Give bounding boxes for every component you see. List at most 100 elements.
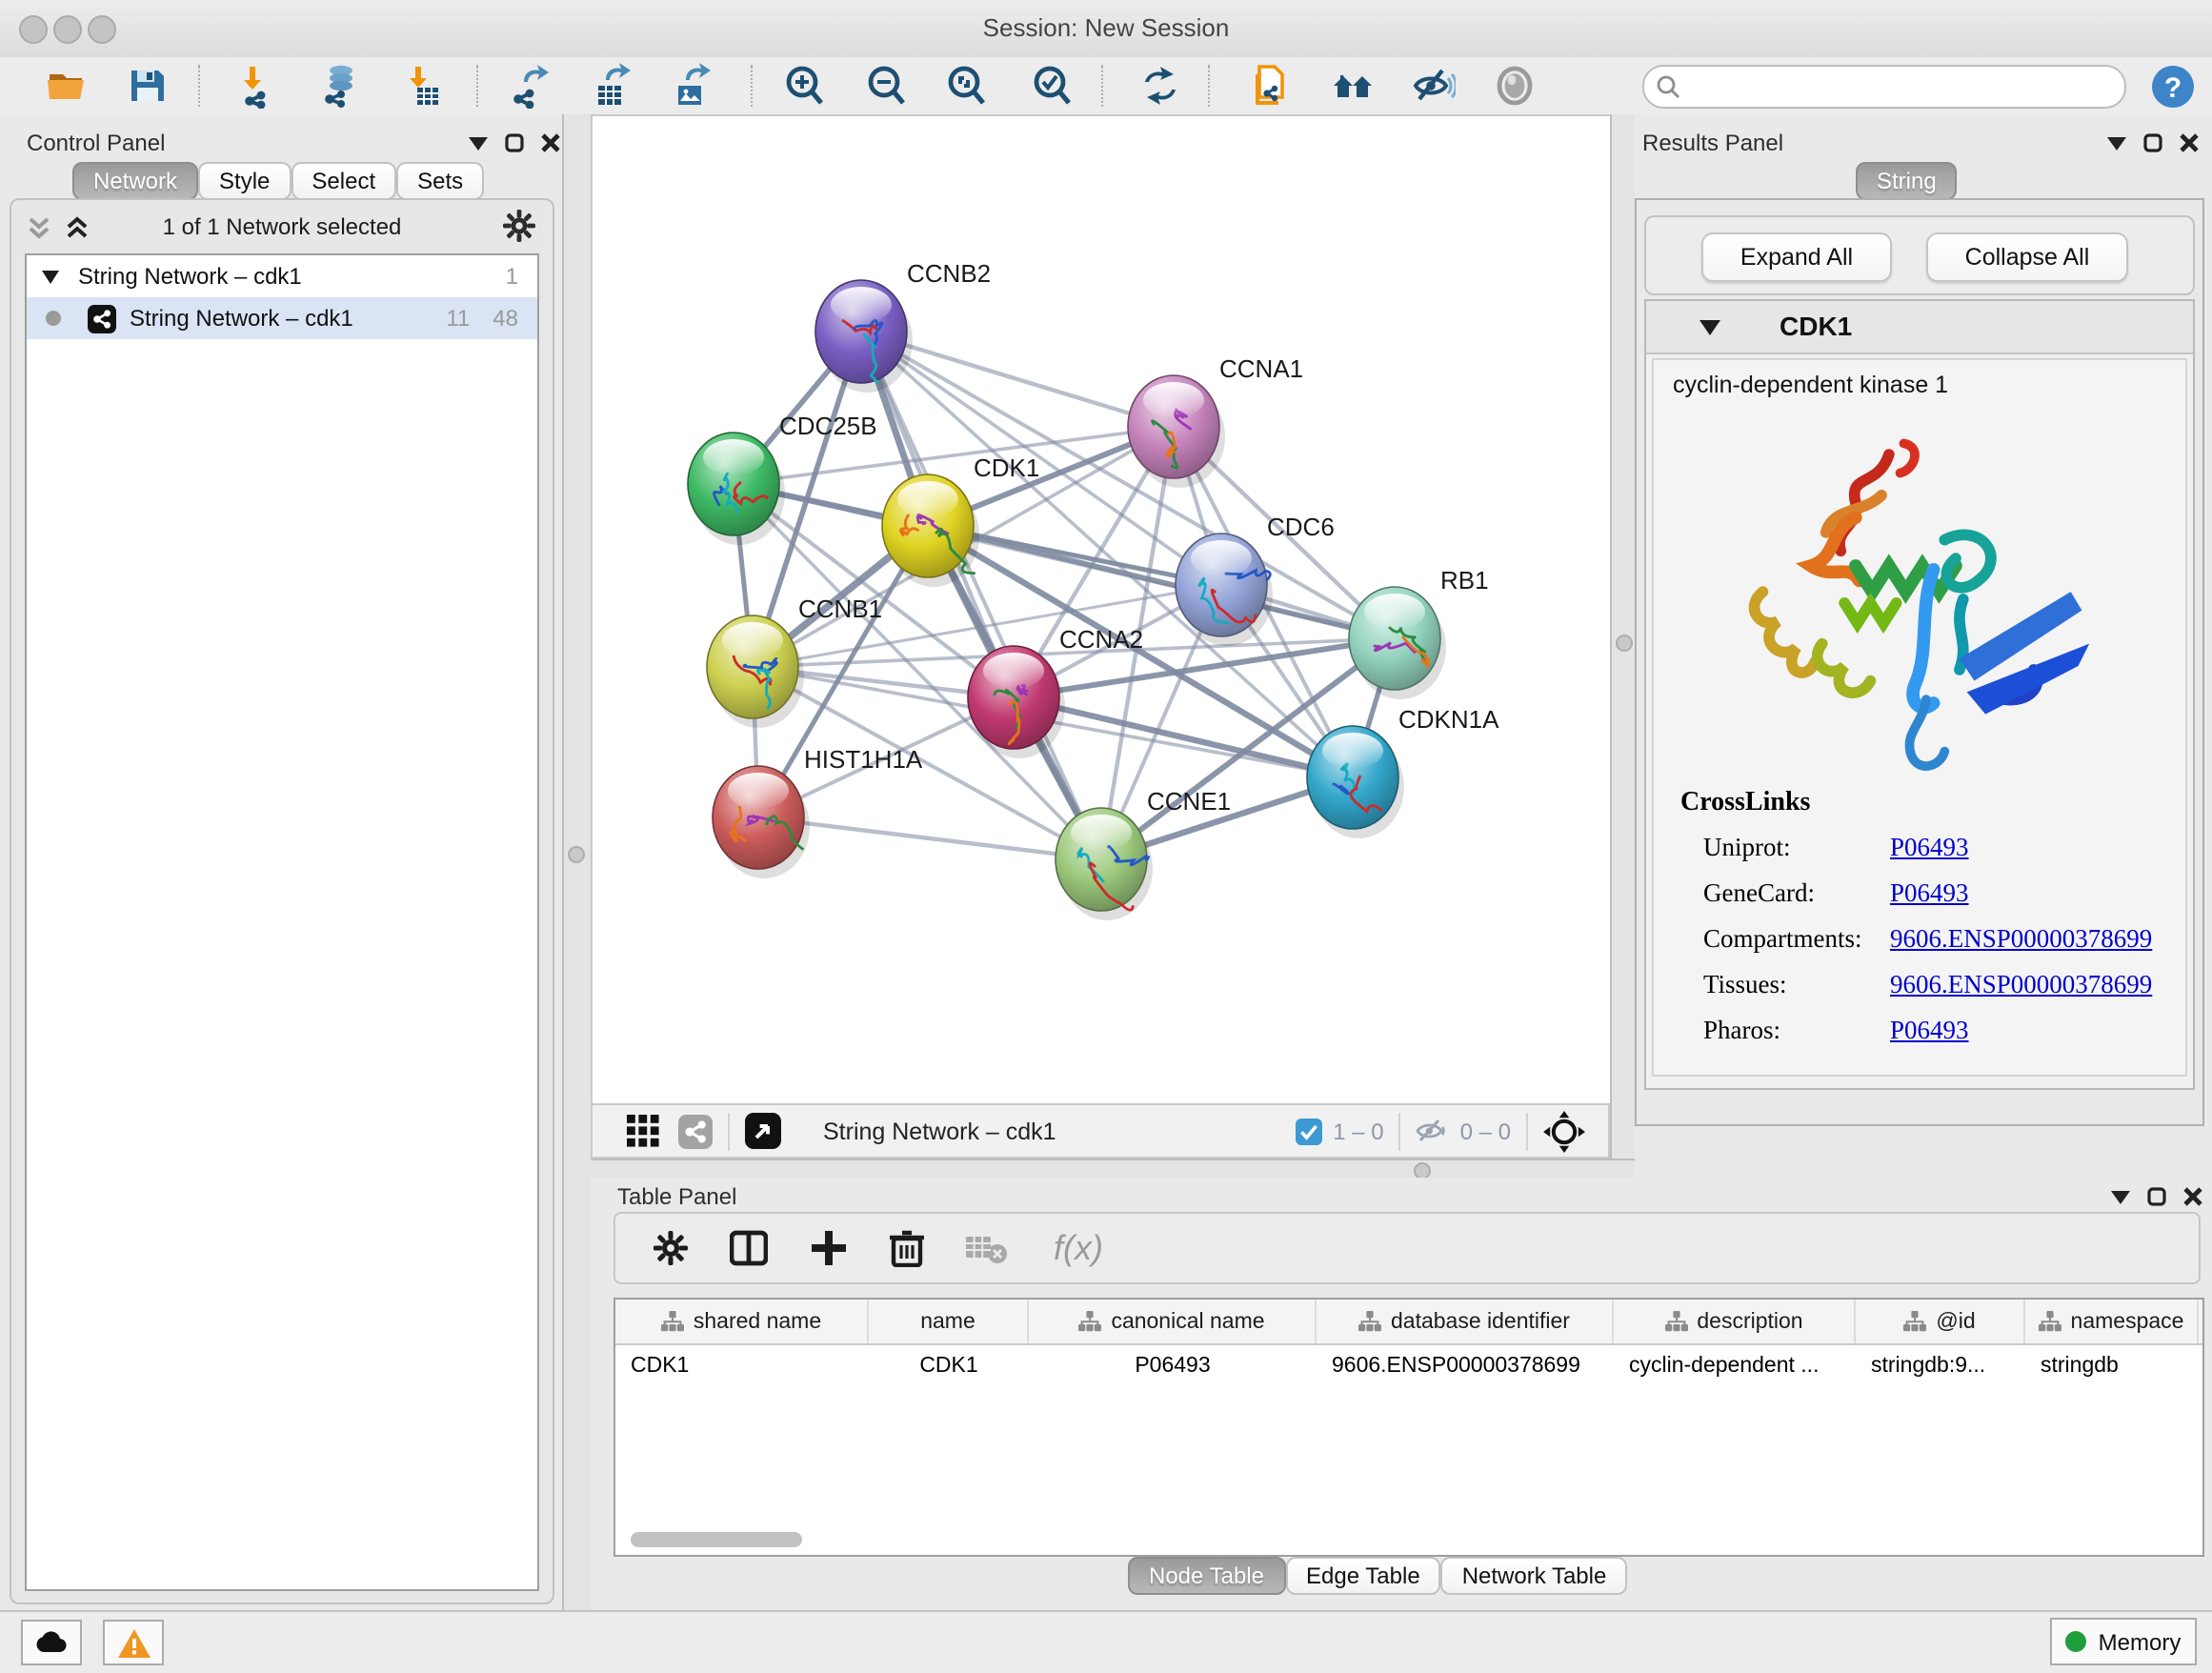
network-node-HIST1H1A[interactable]: HIST1H1A: [713, 745, 923, 878]
panel-menu-icon[interactable]: [469, 136, 488, 150]
panel-float-icon[interactable]: [2143, 133, 2162, 152]
table-row[interactable]: CDK1CDK1P064939606.ENSP00000378699cyclin…: [615, 1345, 2202, 1387]
show-graphics-details-icon[interactable]: [1492, 63, 1538, 109]
tab-node-table[interactable]: Node Table: [1128, 1557, 1285, 1595]
tab-network-table[interactable]: Network Table: [1441, 1557, 1628, 1595]
toolbar-separator: [1101, 65, 1105, 107]
save-session-icon[interactable]: [124, 63, 170, 109]
crosslink-label: Tissues:: [1703, 970, 1890, 1000]
export-table-icon[interactable]: [587, 63, 633, 109]
memory-button[interactable]: Memory: [2050, 1618, 2197, 1665]
expand-all-button[interactable]: Expand All: [1701, 232, 1892, 282]
network-row-selected[interactable]: String Network – cdk1 11 48: [27, 297, 537, 339]
import-table-icon[interactable]: [400, 63, 446, 109]
panel-float-icon[interactable]: [505, 133, 524, 152]
splitter-grip[interactable]: [568, 846, 585, 863]
grid-view-icon[interactable]: [627, 1115, 659, 1147]
results-tab-string[interactable]: String: [1856, 162, 1958, 200]
import-network-icon[interactable]: [234, 63, 280, 109]
column-header-namespace[interactable]: namespace: [2025, 1300, 2199, 1343]
network-node-CCNE1[interactable]: CCNE1: [1056, 787, 1231, 920]
export-image-icon[interactable]: [667, 63, 713, 109]
create-column-icon[interactable]: [810, 1229, 848, 1267]
column-header-@id[interactable]: @id: [1856, 1300, 2025, 1343]
crosslinks-title: CrossLinks: [1680, 789, 1810, 819]
network-node-CDKN1A[interactable]: CDKN1A: [1307, 705, 1499, 838]
network-node-CCNA2[interactable]: CCNA2: [968, 625, 1143, 758]
crosslink-link[interactable]: 9606.ENSP00000378699: [1890, 970, 2152, 1000]
import-network-from-database-icon[interactable]: [316, 63, 362, 109]
delete-column-icon[interactable]: [890, 1229, 924, 1267]
table-toolbar: f(x): [613, 1212, 2201, 1284]
panel-close-icon[interactable]: [2183, 1187, 2202, 1206]
crosslinks-list: Uniprot:P06493GeneCard:P06493Compartment…: [1703, 833, 2180, 1061]
column-header-description[interactable]: description: [1614, 1300, 1856, 1343]
network-collection-row[interactable]: String Network – cdk1 1: [27, 255, 537, 297]
crosslink-link[interactable]: P06493: [1890, 833, 1969, 863]
tab-style[interactable]: Style: [198, 162, 291, 200]
network-node-CDC25B[interactable]: CDC25B: [688, 412, 877, 545]
help-icon[interactable]: ?: [2149, 63, 2195, 109]
warnings-button[interactable]: [103, 1620, 164, 1665]
crosslink-link[interactable]: P06493: [1890, 1016, 1969, 1046]
crosslink-link[interactable]: P06493: [1890, 878, 1969, 909]
cloud-status-button[interactable]: [21, 1620, 82, 1665]
node-label: CCNE1: [1147, 787, 1231, 816]
network-edge[interactable]: [758, 817, 1101, 859]
panel-float-icon[interactable]: [2147, 1187, 2166, 1206]
panel-close-icon[interactable]: [541, 133, 560, 152]
tab-edge-table[interactable]: Edge Table: [1285, 1557, 1441, 1595]
network-options-gear-icon[interactable]: [503, 210, 535, 242]
node-card-header[interactable]: CDK1: [1646, 301, 2193, 354]
panel-menu-icon[interactable]: [2111, 1190, 2130, 1203]
control-panel-tabs: NetworkStyleSelectSets: [72, 162, 484, 200]
column-header-canonical-name[interactable]: canonical name: [1029, 1300, 1317, 1343]
tree-expand-icon[interactable]: [42, 270, 59, 283]
birdseye-view-icon[interactable]: [745, 1113, 781, 1149]
column-header-database-identifier[interactable]: database identifier: [1317, 1300, 1614, 1343]
open-session-icon[interactable]: [44, 63, 90, 109]
column-header-shared-name[interactable]: shared name: [615, 1300, 869, 1343]
column-header-name[interactable]: name: [869, 1300, 1029, 1343]
zoom-in-icon[interactable]: [781, 63, 827, 109]
splitter-grip[interactable]: [1616, 635, 1633, 652]
table-cell: P06493: [1029, 1345, 1317, 1387]
zoom-out-icon[interactable]: [863, 63, 909, 109]
network-graph[interactable]: CCNB2CCNA1CDC25BCDK1CDC6RB1CCNB1CCNA2CDK…: [591, 114, 1610, 1103]
tab-select[interactable]: Select: [291, 162, 396, 200]
panel-menu-icon[interactable]: [2107, 136, 2126, 150]
hierarchy-sort-icon: [1903, 1311, 1926, 1332]
collapse-section-icon[interactable]: [1699, 320, 1720, 335]
export-network-icon[interactable]: [505, 63, 551, 109]
crosslink-row: Uniprot:P06493: [1703, 833, 2180, 863]
table-options-gear-icon[interactable]: [654, 1231, 688, 1265]
crosslink-link[interactable]: 9606.ENSP00000378699: [1890, 924, 2152, 955]
home-networks-icon[interactable]: [1330, 63, 1376, 109]
tab-network[interactable]: Network: [72, 162, 198, 200]
selected-nodes-checkbox-icon[interactable]: [1295, 1118, 1321, 1144]
network-node-CDK1[interactable]: CDK1: [882, 454, 1039, 587]
node-label: RB1: [1440, 566, 1489, 595]
panel-close-icon[interactable]: [2180, 133, 2199, 152]
string-view-icon[interactable]: [678, 1114, 713, 1148]
hide-unhide-icon[interactable]: [1410, 63, 1456, 109]
horizontal-scrollbar[interactable]: [631, 1532, 802, 1547]
show-columns-icon[interactable]: [730, 1229, 768, 1267]
network-node-RB1[interactable]: RB1: [1349, 566, 1489, 699]
refresh-icon[interactable]: [1137, 63, 1183, 109]
pan-crosshair-icon[interactable]: [1543, 1110, 1585, 1152]
zoom-selected-icon[interactable]: [1029, 63, 1075, 109]
hierarchy-sort-icon: [1664, 1311, 1687, 1332]
copy-network-icon[interactable]: [1248, 63, 1294, 109]
tab-sets[interactable]: Sets: [396, 162, 484, 200]
left-splitter[interactable]: [562, 114, 593, 1610]
network-tab-body: 1 of 1 Network selected String Network –…: [10, 198, 554, 1604]
network-edge[interactable]: [861, 332, 1101, 859]
column-label: description: [1697, 1310, 1802, 1333]
network-node-CDC6[interactable]: CDC6: [1176, 513, 1335, 646]
search-input[interactable]: [1642, 65, 2126, 109]
network-node-CCNB2[interactable]: CCNB2: [815, 259, 991, 393]
zoom-fit-icon[interactable]: [943, 63, 989, 109]
toolbar-separator: [751, 65, 754, 107]
collapse-all-button[interactable]: Collapse All: [1926, 232, 2128, 282]
